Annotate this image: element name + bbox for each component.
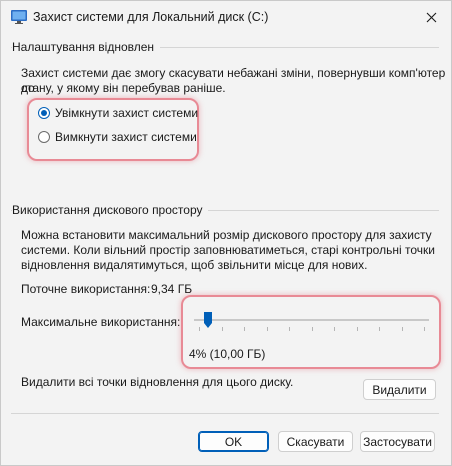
radio-enable-label: Увімкнути захист системи — [55, 106, 199, 120]
max-usage-label: Максимальне використання: — [21, 315, 181, 329]
slider-tick — [424, 327, 425, 331]
cancel-button[interactable]: Скасувати — [278, 431, 353, 452]
ok-button[interactable]: OK — [198, 431, 269, 452]
disk-description-line3: відновлення видалятимуться, щоб звільнит… — [21, 258, 368, 272]
slider-tick — [402, 327, 403, 331]
footer-divider — [11, 413, 439, 414]
slider-tick — [289, 327, 290, 331]
slider-tick — [267, 327, 268, 331]
slider-value-text: 4% (10,00 ГБ) — [189, 347, 266, 361]
radio-on-indicator — [38, 107, 50, 119]
disk-group-title: Використання дискового простору — [12, 203, 209, 217]
slider-tick — [379, 327, 380, 331]
radio-disable-protection[interactable]: Вимкнути захист системи — [38, 130, 197, 144]
current-usage-label: Поточне використання: — [21, 282, 151, 296]
delete-description: Видалити всі точки відновлення для цього… — [21, 375, 294, 389]
current-usage-value: 9,34 ГБ — [151, 282, 193, 296]
disk-description-line1: Можна встановити максимальний розмір дис… — [21, 228, 432, 242]
dialog-window: Захист системи для Локальний диск (C:) Н… — [0, 0, 452, 466]
title-bar: Захист системи для Локальний диск (C:) — [1, 1, 451, 33]
max-usage-slider-track[interactable] — [194, 319, 429, 321]
close-button[interactable] — [411, 1, 451, 33]
disk-description-line2: системи. Коли вільний простір заповнюват… — [21, 243, 435, 257]
slider-tick — [244, 327, 245, 331]
restore-group-title: Налаштування відновлен — [12, 40, 161, 54]
max-usage-slider-thumb[interactable] — [203, 311, 213, 329]
apply-button[interactable]: Застосувати — [360, 431, 435, 452]
slider-tick — [312, 327, 313, 331]
restore-description-line2: стану, у якому він перебував раніше. — [21, 81, 226, 95]
radio-disable-label: Вимкнути захист системи — [55, 130, 197, 144]
delete-button[interactable]: Видалити — [363, 379, 436, 400]
window-title: Захист системи для Локальний диск (C:) — [33, 10, 269, 24]
slider-tick — [334, 327, 335, 331]
slider-tick — [357, 327, 358, 331]
radio-enable-protection[interactable]: Увімкнути захист системи — [38, 106, 198, 120]
radio-off-indicator — [38, 131, 50, 143]
slider-tick — [222, 327, 223, 331]
system-properties-icon — [11, 10, 27, 24]
slider-tick — [199, 327, 200, 331]
close-icon — [426, 12, 436, 22]
